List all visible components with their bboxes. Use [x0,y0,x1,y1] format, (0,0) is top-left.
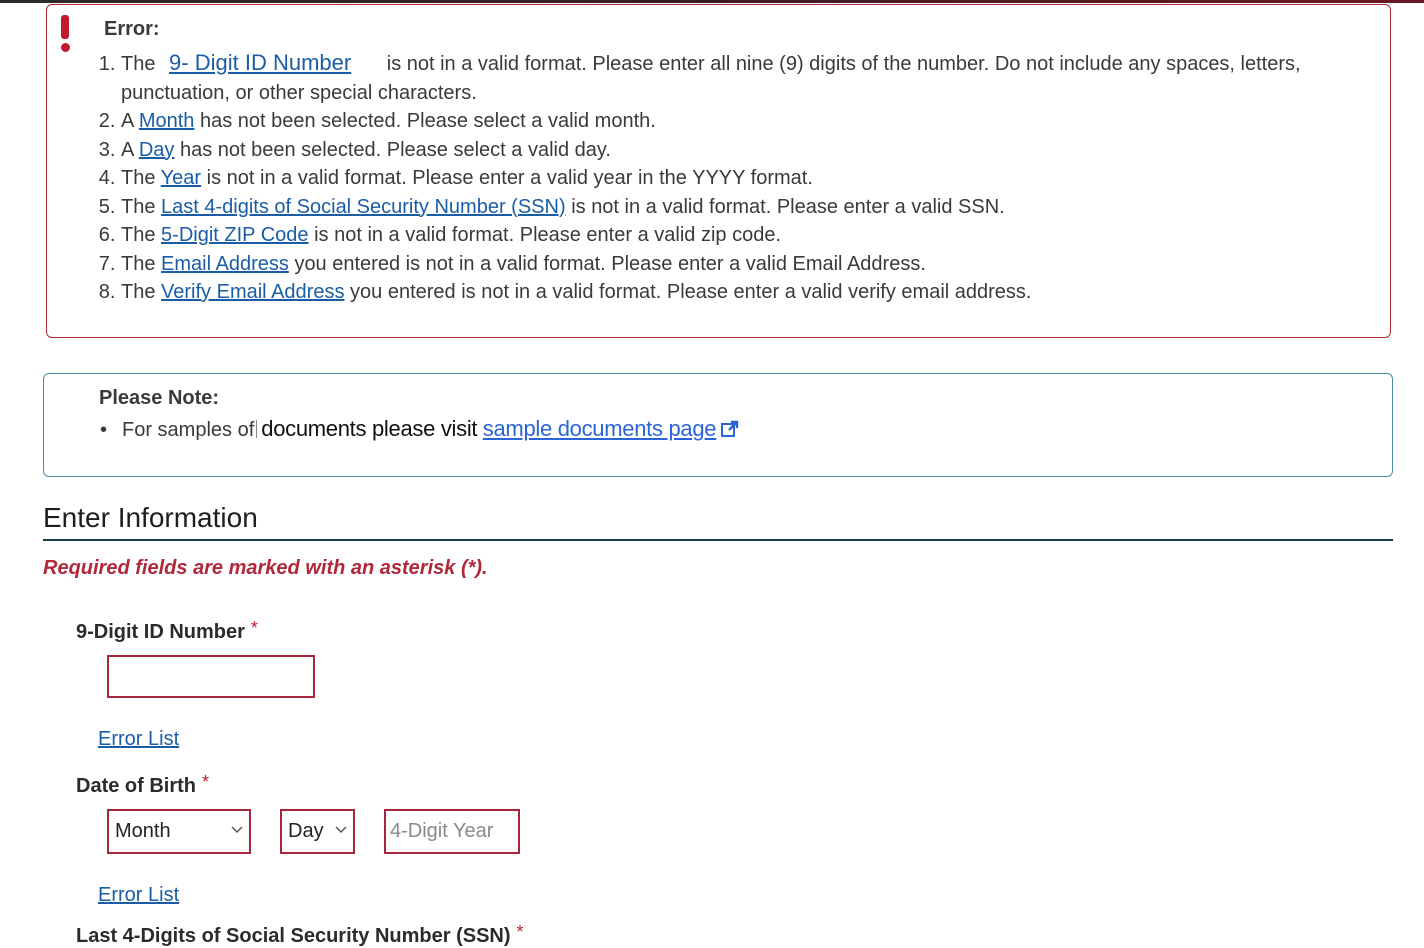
section-title: Enter Information [43,502,258,533]
error-item-message: has not been selected. Please select a v… [179,138,611,161]
error-item-link[interactable]: Email Address [161,253,289,275]
error-item: The Year is not in a valid format. Pleas… [121,164,1383,193]
error-item-prefix: A [121,110,134,132]
error-item-link[interactable]: 5-Digit ZIP Code [161,224,308,246]
bullet: • [100,419,108,441]
error-item: The 9- Digit ID Number is not in a valid… [121,49,1383,107]
dob-label: Date of Birth * [76,772,209,798]
required-note: Required fields are marked with an aster… [43,557,488,579]
external-link-icon[interactable] [720,419,740,439]
error-item: The Email Address you entered is not in … [121,250,1383,279]
error-item-prefix: The [121,195,156,218]
year-input[interactable] [384,809,520,854]
dob-error-list-link[interactable]: Error List [98,884,179,907]
note-middle: documents please visit [261,416,478,441]
required-asterisk: * [202,772,210,792]
chevron-down-icon [231,826,243,834]
error-list: The 9- Digit ID Number is not in a valid… [97,49,1383,307]
required-asterisk: * [516,922,524,942]
error-item-message: is not in a valid format. Please enter a… [314,224,781,246]
month-select-value: Month [115,820,171,842]
day-select[interactable]: Day [280,809,355,854]
error-title: Error: [104,18,160,40]
error-item: A Month has not been selected. Please se… [121,107,1383,136]
error-item-message: you entered is not in a valid format. Pl… [294,252,926,275]
exclamation-icon [57,13,73,53]
chevron-down-icon [335,826,347,834]
error-item: The Last 4-digits of Social Security Num… [121,193,1383,222]
note-prefix: For samples of [122,419,255,441]
error-item-prefix: The [121,252,156,275]
note-title: Please Note: [99,387,220,409]
required-asterisk: * [250,618,258,638]
error-item-message: has not been selected. Please select a v… [199,110,656,132]
error-item-link[interactable]: Verify Email Address [161,281,344,303]
top-rule [0,0,1424,3]
month-select[interactable]: Month [107,809,251,854]
ssn-label-text: Last 4-Digits of Social Security Number … [76,925,511,947]
error-item: A Day has not been selected. Please sele… [121,136,1383,165]
error-item-link[interactable]: Day [139,139,175,161]
dob-label-text: Date of Birth [76,775,196,797]
error-item-prefix: A [121,138,134,161]
error-item-prefix: The [121,281,156,303]
error-item-message: is not in a valid format. Please enter a… [206,167,813,189]
id-number-label-text: 9-Digit ID Number [76,621,245,643]
id-number-label: 9-Digit ID Number * [76,618,258,644]
error-item-link[interactable]: Year [161,167,201,189]
error-summary: Error: The 9- Digit ID Number is not in … [46,4,1391,338]
error-item-prefix: The [121,224,156,246]
error-item-prefix: The [121,167,156,189]
note-item: • For samples of documents please visit sa… [100,416,740,442]
error-item-message: you entered is not in a valid format. Pl… [350,281,1032,303]
error-item-prefix: The [121,53,156,75]
section-divider [43,539,1393,541]
id-number-error-list-link[interactable]: Error List [98,728,179,751]
sample-documents-link[interactable]: sample documents page [483,416,717,441]
ssn-label: Last 4-Digits of Social Security Number … [76,922,524,948]
note-box: Please Note: • For samples of documents pl… [43,373,1393,477]
id-number-input[interactable] [107,655,315,698]
error-item-link[interactable]: Month [139,110,195,132]
day-select-value: Day [288,820,324,842]
text-cursor [256,420,258,438]
error-item-link[interactable]: 9- Digit ID Number [169,50,351,75]
error-item-link[interactable]: Last 4-digits of Social Security Number … [161,196,566,218]
error-item: The 5-Digit ZIP Code is not in a valid f… [121,221,1383,250]
error-item: The Verify Email Address you entered is … [121,278,1383,307]
error-item-message: is not in a valid format. Please enter a… [571,195,1005,218]
